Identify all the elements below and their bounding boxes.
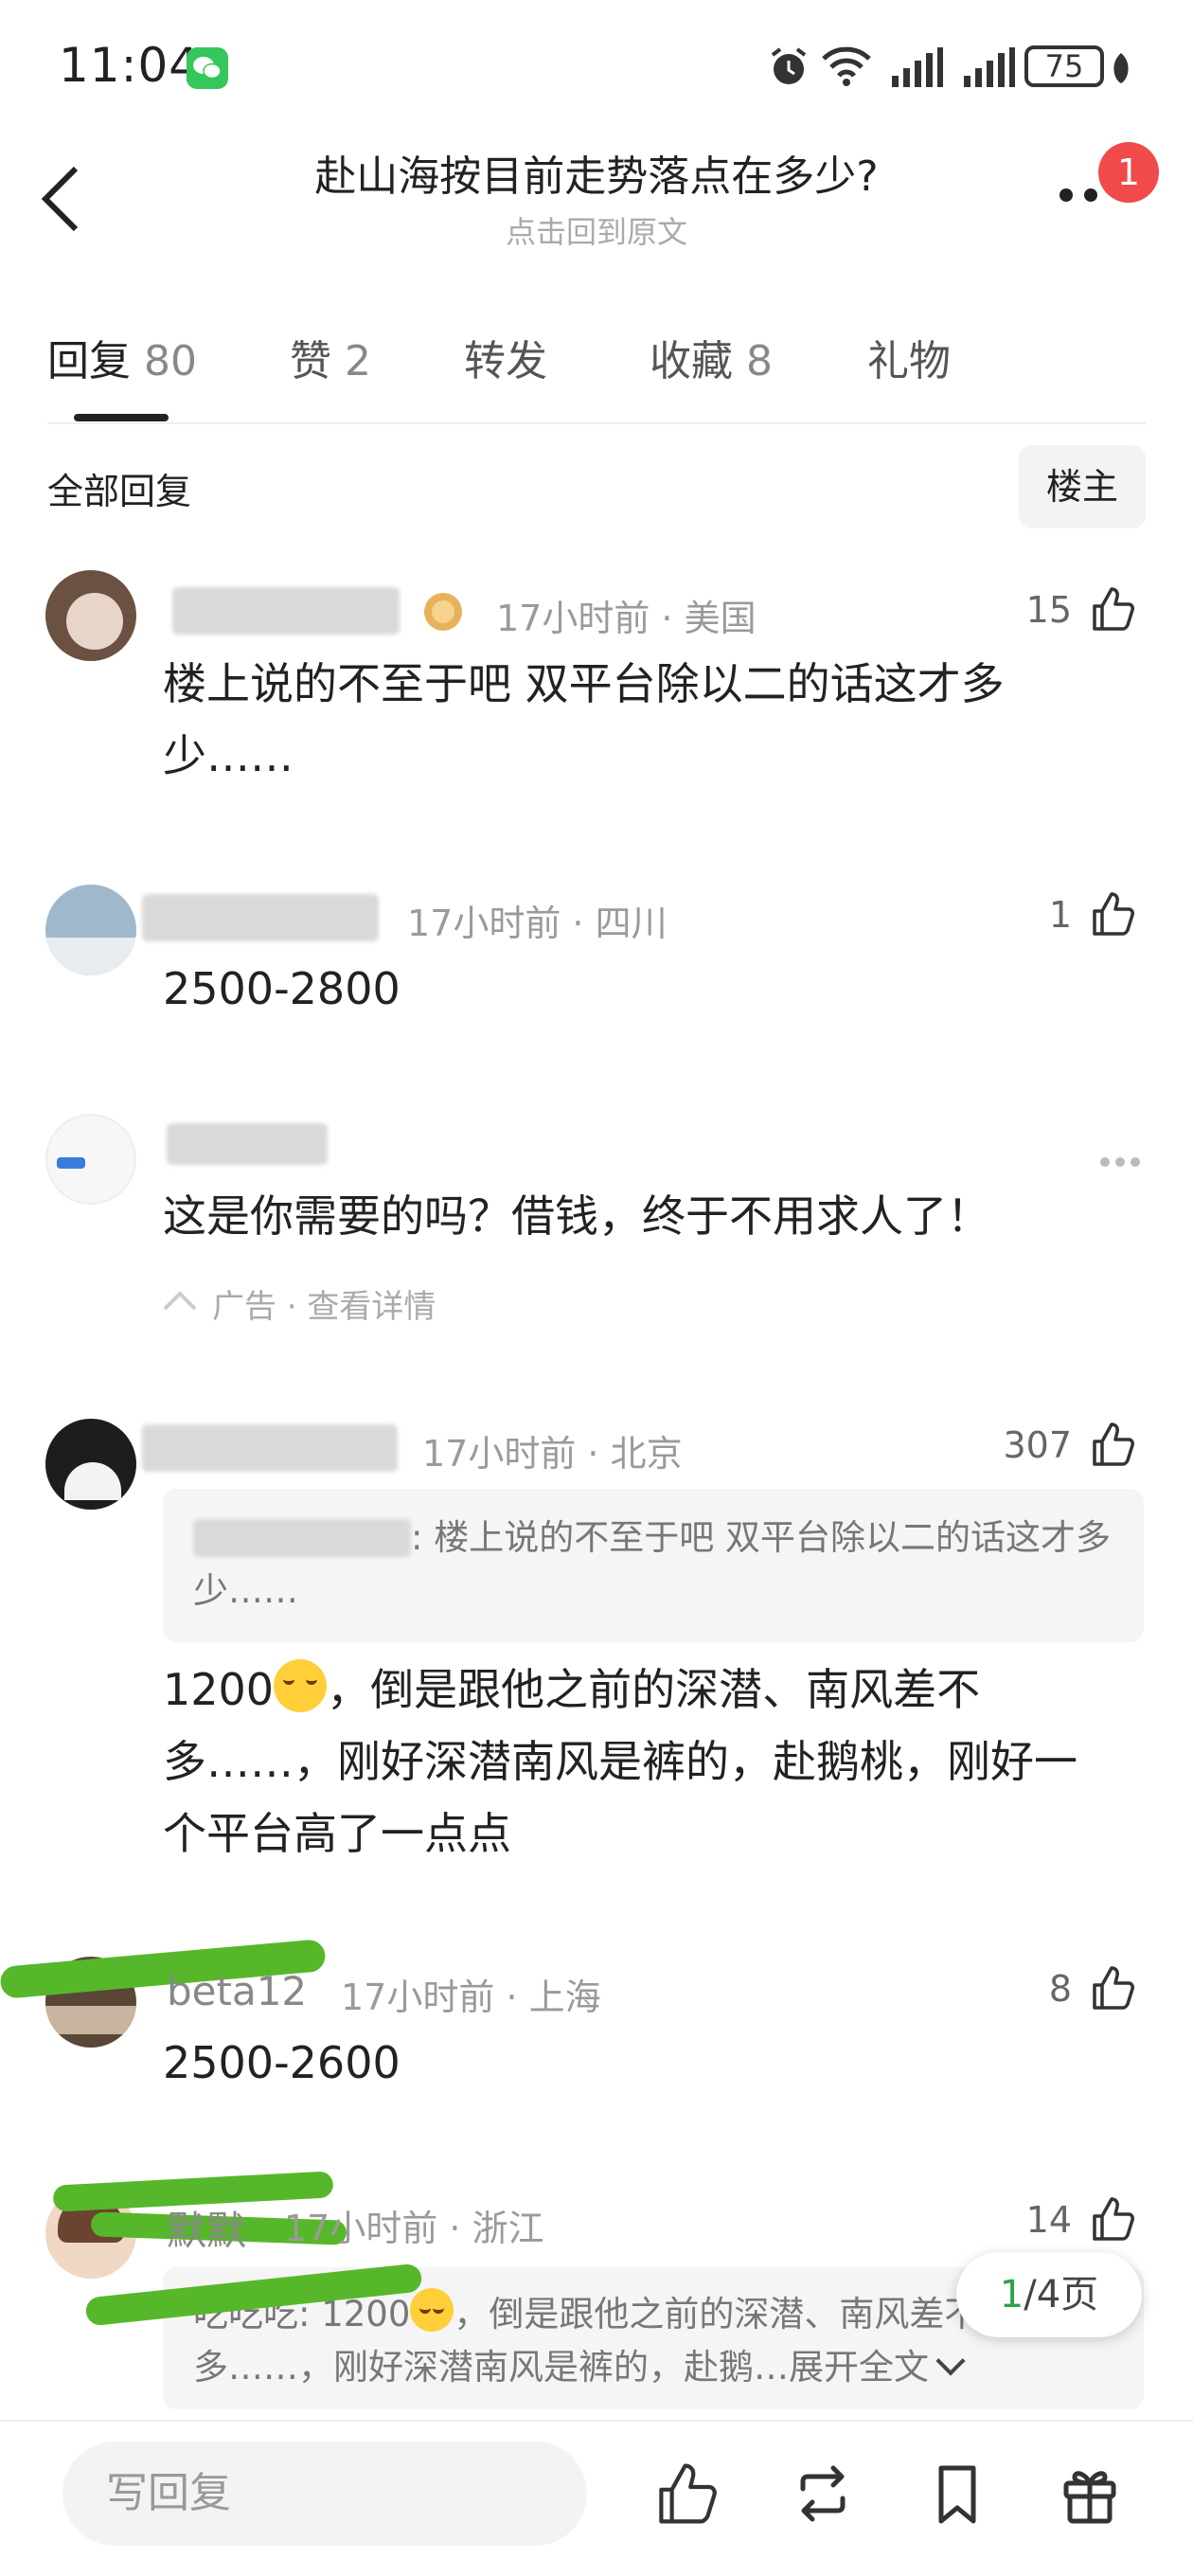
thumbs-up-icon[interactable] [1089, 2195, 1136, 2243]
comment-text: 楼上说的不至于吧 双平台除以二的话这才多少…… [163, 658, 1005, 781]
like-count: 1 [1048, 894, 1072, 936]
thumbs-up-icon[interactable] [1089, 1964, 1136, 2012]
tab-reposts[interactable]: 转发 [464, 327, 547, 387]
tab-bar: 回复 80 赞 2 转发 收藏 8 礼物 [47, 327, 1146, 393]
like-count: 15 [1025, 589, 1072, 631]
chevron-down-icon[interactable] [935, 2346, 966, 2376]
comment-text: 2500-2800 [163, 963, 401, 1014]
laughing-crying-emoji-icon [274, 1659, 328, 1712]
section-label: 全部回复 [47, 471, 192, 512]
wechat-notification-icon [187, 47, 228, 89]
tab-count: 2 [345, 337, 371, 385]
comment-text: 2500-2600 [163, 2037, 401, 2088]
comment-meta: 17小时前 · 四川 [407, 903, 668, 944]
tab-likes[interactable]: 赞 2 [290, 327, 371, 387]
leaf-icon [1110, 51, 1132, 85]
comment-text-part: 1200 [163, 1664, 275, 1715]
tab-label: 收藏 [650, 337, 733, 385]
back-button[interactable] [38, 161, 85, 237]
comment-username[interactable]: 默默 [167, 2199, 246, 2257]
advertiser-name-redacted [167, 1123, 328, 1165]
total-pages: /4页 [1024, 2273, 1099, 2317]
tab-label: 转发 [464, 337, 547, 385]
thumbs-up-icon[interactable] [1089, 890, 1136, 938]
back-to-original-link[interactable]: 点击回到原文 [151, 208, 1042, 252]
ad-label[interactable]: 广告 · 查看详情 [212, 1280, 436, 1327]
username-redacted [142, 894, 379, 941]
tab-label: 礼物 [867, 337, 951, 385]
signal-icon [890, 47, 943, 87]
signal-icon-2 [962, 47, 1015, 87]
tab-replies[interactable]: 回复 80 [47, 327, 197, 387]
avatar[interactable] [45, 1419, 136, 1510]
username-redacted [172, 587, 400, 635]
quoted-username-redacted [193, 1519, 411, 1557]
comment-meta: 17小时前 · 美国 [496, 598, 757, 639]
tab-label: 回复 [47, 337, 131, 385]
more-button[interactable] [1059, 186, 1106, 205]
comment-meta: 17小时前 · 北京 [422, 1433, 683, 1475]
comment-meta: 17小时前 · 上海 [341, 1977, 601, 2018]
avatar[interactable] [45, 570, 136, 661]
tab-count: 8 [746, 337, 773, 385]
gift-icon[interactable] [1057, 2460, 1123, 2527]
notification-badge[interactable]: 1 [1098, 142, 1159, 203]
tab-gifts[interactable]: 礼物 [867, 327, 951, 387]
ad-text[interactable]: 这是你需要的吗？借钱，终于不用求人了！ [163, 1180, 990, 1252]
medal-icon [422, 591, 464, 633]
reply-input[interactable]: 写回复 [62, 2442, 587, 2546]
more-icon [1059, 188, 1097, 202]
username-redacted [142, 1424, 398, 1472]
thumbs-up-icon[interactable] [653, 2460, 720, 2527]
avatar[interactable] [45, 885, 136, 975]
active-tab-indicator [74, 414, 169, 421]
like-count: 8 [1048, 1968, 1072, 2010]
divider [47, 422, 1146, 424]
ad-avatar[interactable] [45, 1114, 136, 1205]
current-page: 1 [999, 2273, 1024, 2317]
repost-icon[interactable] [790, 2460, 856, 2527]
wifi-icon [820, 44, 873, 87]
ad-more-icon[interactable] [1098, 1155, 1142, 1169]
comment-meta: 17小时前 · 浙江 [284, 2208, 544, 2249]
alarm-icon [767, 45, 810, 89]
thumbs-up-icon[interactable] [1089, 585, 1136, 633]
status-time: 11:04 [59, 38, 201, 93]
tab-favorites[interactable]: 收藏 8 [650, 327, 773, 387]
tab-count: 80 [144, 337, 197, 385]
op-only-filter-button[interactable]: 楼主 [1019, 445, 1146, 528]
tab-label: 赞 [290, 337, 331, 385]
thumbs-up-icon[interactable] [1089, 1421, 1136, 1468]
ad-label-icon [163, 1290, 197, 1313]
comment-text: 1200 ，倒是跟他之前的深潜、南风差不多……，刚好深潜南风是裤的，赴鹅桃，刚好一… [163, 1654, 1119, 1869]
page-title[interactable]: 赴山海按目前走势落点在多少? [151, 142, 1042, 203]
quoted-reply[interactable]: : 楼上说的不至于吧 双平台除以二的话这才多少…… [163, 1489, 1144, 1642]
comment-username[interactable]: beta12 [167, 1968, 307, 2014]
divider [0, 2420, 1193, 2422]
back-arrow-icon [41, 166, 79, 232]
laughing-crying-emoji-icon [410, 2288, 454, 2332]
like-count: 307 [1003, 1424, 1072, 1466]
bookmark-icon[interactable] [924, 2460, 990, 2527]
page-indicator[interactable]: 1/4页 [956, 2252, 1142, 2337]
like-count: 14 [1025, 2199, 1072, 2241]
battery-icon: 75 [1024, 45, 1104, 87]
